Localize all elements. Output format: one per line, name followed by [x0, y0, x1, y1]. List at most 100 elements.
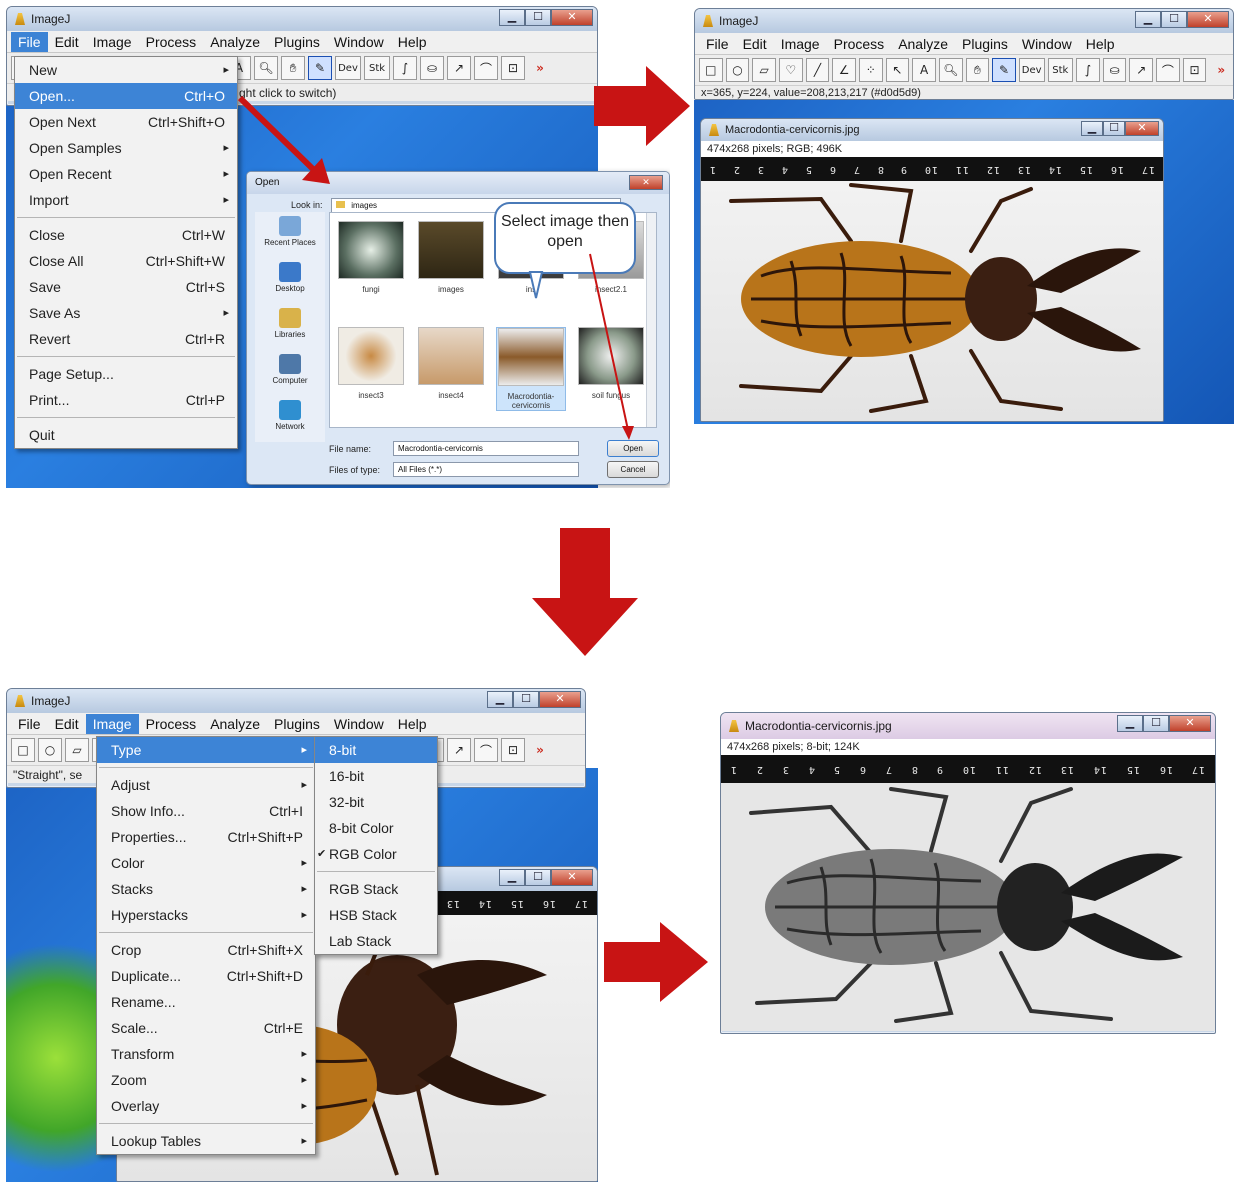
- menu-item-hyperstacks[interactable]: Hyperstacks ▸: [97, 902, 315, 928]
- menu-item-zoom[interactable]: Zoom ▸: [97, 1067, 315, 1093]
- oval-select-icon[interactable]: ○: [725, 58, 750, 82]
- maximize-button[interactable]: ☐: [513, 691, 539, 708]
- line-tool-icon[interactable]: ╱: [805, 58, 830, 82]
- menu-item-crop[interactable]: Crop Ctrl+Shift+X: [97, 937, 315, 963]
- image-canvas[interactable]: [721, 783, 1215, 1031]
- menu-item-page-setup[interactable]: Page Setup...: [15, 361, 237, 387]
- zoom-tool-icon[interactable]: 🔍︎: [938, 58, 963, 82]
- search-tool-icon[interactable]: ⊡: [501, 56, 525, 80]
- close-button[interactable]: ✕: [551, 869, 593, 886]
- maximize-button[interactable]: ☐: [1161, 11, 1187, 28]
- menu-file[interactable]: File: [11, 31, 48, 52]
- file-thumbnail[interactable]: insect4: [416, 327, 486, 400]
- menu-window[interactable]: Window: [327, 714, 391, 734]
- file-type-dropdown[interactable]: All Files (*.*): [393, 462, 579, 477]
- arrow-tool-icon[interactable]: ↗: [447, 738, 471, 762]
- file-thumbnail[interactable]: insect3: [336, 327, 406, 400]
- maximize-button[interactable]: ☐: [525, 9, 551, 26]
- menu-item-close-all[interactable]: Close All Ctrl+Shift+W: [15, 248, 237, 274]
- lut-tool-icon[interactable]: ⌒: [1156, 58, 1180, 82]
- menu-item-open[interactable]: Open... Ctrl+O: [15, 83, 237, 109]
- menu-process[interactable]: Process: [827, 34, 892, 54]
- minimize-button[interactable]: ▁: [1135, 11, 1161, 28]
- close-button[interactable]: ✕: [1187, 11, 1229, 28]
- lut-tool-icon[interactable]: ⌒: [474, 56, 498, 80]
- minimize-button[interactable]: ▁: [499, 9, 525, 26]
- more-tools-icon[interactable]: »: [1209, 58, 1233, 82]
- menu-file[interactable]: File: [11, 714, 48, 734]
- file-thumbnail[interactable]: Macrodontia-cervicornis: [496, 327, 566, 411]
- stack-tool-icon[interactable]: Stk: [1047, 58, 1074, 82]
- fill-tool-icon[interactable]: ⛀: [420, 56, 444, 80]
- menu-file[interactable]: File: [699, 34, 736, 54]
- menu-item-lab-stack[interactable]: Lab Stack: [315, 928, 437, 954]
- menu-item-open-samples[interactable]: Open Samples ▸: [15, 135, 237, 161]
- menu-item-open-recent[interactable]: Open Recent ▸: [15, 161, 237, 187]
- lut-tool-icon[interactable]: ⌒: [474, 738, 498, 762]
- menu-analyze[interactable]: Analyze: [891, 34, 955, 54]
- vertical-scrollbar[interactable]: [646, 213, 656, 427]
- minimize-button[interactable]: ▁: [499, 869, 525, 886]
- menu-item-save-as[interactable]: Save As ▸: [15, 300, 237, 326]
- menu-item-print[interactable]: Print... Ctrl+P: [15, 387, 237, 413]
- color-picker-icon[interactable]: ✎: [308, 56, 332, 80]
- oval-select-icon[interactable]: ○: [38, 738, 62, 762]
- hand-tool-icon[interactable]: ✋︎: [965, 58, 990, 82]
- maximize-button[interactable]: ☐: [525, 869, 551, 886]
- brush-tool-icon[interactable]: ∫: [1076, 58, 1100, 82]
- menu-analyze[interactable]: Analyze: [203, 32, 267, 52]
- menu-item-adjust[interactable]: Adjust ▸: [97, 772, 315, 798]
- zoom-tool-icon[interactable]: 🔍︎: [254, 56, 278, 80]
- close-button[interactable]: ✕: [539, 691, 581, 708]
- menu-item-save[interactable]: Save Ctrl+S: [15, 274, 237, 300]
- file-thumbnail[interactable]: soil fungus: [576, 327, 646, 400]
- arrow-tool-icon[interactable]: ↗: [1129, 58, 1154, 82]
- menu-item-open-next[interactable]: Open Next Ctrl+Shift+O: [15, 109, 237, 135]
- fill-tool-icon[interactable]: ⛀: [1102, 58, 1127, 82]
- menu-image[interactable]: Image: [85, 713, 139, 734]
- menu-item-32-bit[interactable]: 32-bit: [315, 789, 437, 815]
- file-thumbnail[interactable]: fungi: [336, 221, 406, 294]
- menu-item-lookup-tables[interactable]: Lookup Tables ▸: [97, 1128, 315, 1154]
- menu-image[interactable]: Image: [86, 32, 139, 52]
- menu-plugins[interactable]: Plugins: [955, 34, 1015, 54]
- place-recent-places[interactable]: Recent Places: [255, 212, 325, 258]
- more-tools-icon[interactable]: »: [528, 738, 552, 762]
- maximize-button[interactable]: ☐: [1103, 121, 1125, 136]
- hand-tool-icon[interactable]: ✋︎: [281, 56, 305, 80]
- polygon-select-icon[interactable]: ▱: [752, 58, 776, 82]
- menu-item-color[interactable]: Color ▸: [97, 850, 315, 876]
- wand-tool-icon[interactable]: ↖: [885, 58, 910, 82]
- text-tool-icon[interactable]: A: [912, 58, 936, 82]
- menu-item-rgb-color[interactable]: ✔ RGB Color: [315, 841, 437, 867]
- menu-item-stacks[interactable]: Stacks ▸: [97, 876, 315, 902]
- menu-image[interactable]: Image: [774, 34, 827, 54]
- menu-item-import[interactable]: Import ▸: [15, 187, 237, 213]
- menu-item-16-bit[interactable]: 16-bit: [315, 763, 437, 789]
- minimize-button[interactable]: ▁: [1117, 715, 1143, 732]
- search-tool-icon[interactable]: ⊡: [1182, 58, 1207, 82]
- polygon-select-icon[interactable]: ▱: [65, 738, 89, 762]
- menu-item-scale[interactable]: Scale... Ctrl+E: [97, 1015, 315, 1041]
- menu-edit[interactable]: Edit: [48, 32, 86, 52]
- menu-item-8-bit-color[interactable]: 8-bit Color: [315, 815, 437, 841]
- search-tool-icon[interactable]: ⊡: [501, 738, 525, 762]
- maximize-button[interactable]: ☐: [1143, 715, 1169, 732]
- rect-select-icon[interactable]: □: [11, 738, 35, 762]
- angle-tool-icon[interactable]: ∠: [832, 58, 856, 82]
- arrow-tool-icon[interactable]: ↗: [447, 56, 471, 80]
- dialog-close-button[interactable]: ✕: [629, 175, 663, 190]
- dev-tool-icon[interactable]: Dev: [1018, 58, 1045, 82]
- menu-analyze[interactable]: Analyze: [203, 714, 267, 734]
- menu-item-8-bit[interactable]: 8-bit: [315, 737, 437, 763]
- menu-item-transform[interactable]: Transform ▸: [97, 1041, 315, 1067]
- place-desktop[interactable]: Desktop: [255, 258, 325, 304]
- menu-item-new[interactable]: New ▸: [15, 57, 237, 83]
- image-canvas[interactable]: [701, 181, 1163, 421]
- menu-item-duplicate[interactable]: Duplicate... Ctrl+Shift+D: [97, 963, 315, 989]
- minimize-button[interactable]: ▁: [487, 691, 513, 708]
- file-thumbnail[interactable]: images: [416, 221, 486, 294]
- menu-help[interactable]: Help: [391, 32, 434, 52]
- dev-tool-icon[interactable]: Dev: [335, 56, 361, 80]
- place-libraries[interactable]: Libraries: [255, 304, 325, 350]
